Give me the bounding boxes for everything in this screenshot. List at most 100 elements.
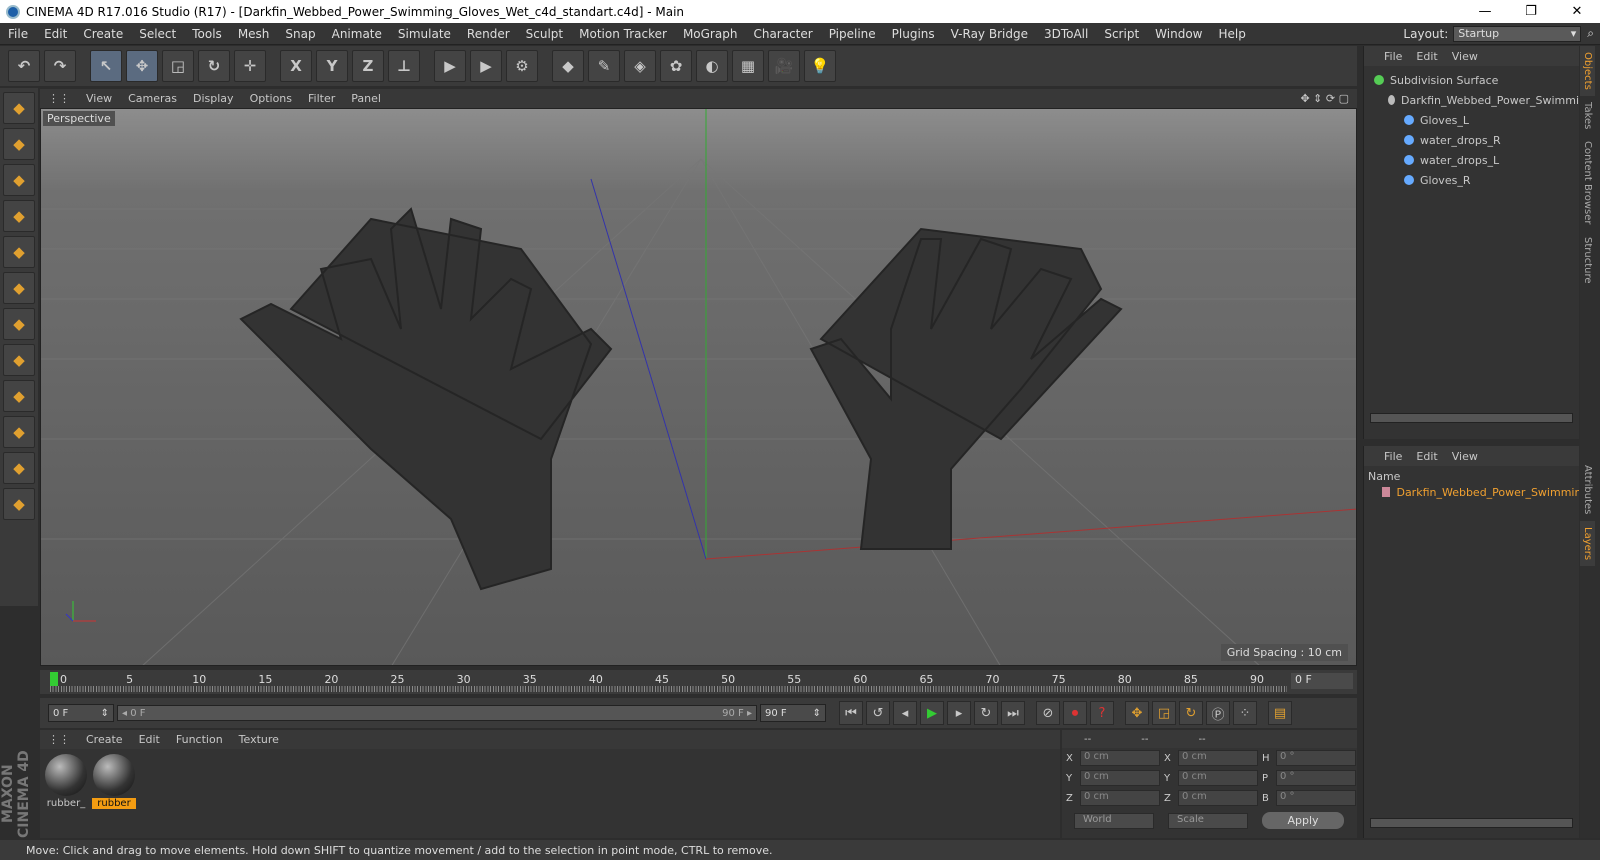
menu-file[interactable]: File xyxy=(0,27,36,41)
material-menu-create[interactable]: Create xyxy=(78,733,131,746)
material-thumbnail[interactable]: rubber_ xyxy=(44,754,88,809)
axis-icon[interactable]: ◆ xyxy=(3,308,35,340)
texture-mode-icon[interactable]: ◆ xyxy=(3,128,35,160)
menu-mesh[interactable]: Mesh xyxy=(230,27,278,41)
grid-lock-icon[interactable]: ◆ xyxy=(3,452,35,484)
menu-motion-tracker[interactable]: Motion Tracker xyxy=(571,27,675,41)
menu-animate[interactable]: Animate xyxy=(324,27,390,41)
mouse-icon[interactable]: ◆ xyxy=(3,344,35,376)
subdivision-icon[interactable]: ◈ xyxy=(624,50,656,82)
menu-character[interactable]: Character xyxy=(745,27,820,41)
viewport-menu-display[interactable]: Display xyxy=(185,92,242,105)
viewport-menu-options[interactable]: Options xyxy=(242,92,300,105)
x-axis-icon[interactable]: X xyxy=(280,50,312,82)
horizontal-scrollbar[interactable] xyxy=(1370,818,1573,828)
object-tree-item[interactable]: Subdivision Surface xyxy=(1364,70,1579,90)
prev-key-icon[interactable]: ↺ xyxy=(866,701,890,725)
edges-icon[interactable]: ◆ xyxy=(3,236,35,268)
viewport-menu-view[interactable]: View xyxy=(78,92,120,105)
key-rotation-icon[interactable]: ↻ xyxy=(1179,701,1203,725)
menu-pipeline[interactable]: Pipeline xyxy=(821,27,884,41)
menu-tools[interactable]: Tools xyxy=(184,27,230,41)
key-param-icon[interactable]: Ⓟ xyxy=(1206,701,1230,725)
points-icon[interactable]: ◆ xyxy=(3,200,35,232)
object-tree-item[interactable]: water_drops_L xyxy=(1364,150,1579,170)
menu-window[interactable]: Window xyxy=(1147,27,1210,41)
coord-field[interactable]: 0 cm xyxy=(1080,770,1160,786)
side-tab-takes[interactable]: Takes xyxy=(1580,96,1595,135)
scale-dropdown[interactable]: Scale xyxy=(1168,812,1248,829)
layout-dropdown[interactable]: Startup ▾ xyxy=(1453,25,1582,42)
select-icon[interactable]: ↖ xyxy=(90,50,122,82)
menu-help[interactable]: Help xyxy=(1210,27,1253,41)
side-tab-objects[interactable]: Objects xyxy=(1580,46,1595,96)
menu-render[interactable]: Render xyxy=(459,27,518,41)
cube-icon[interactable]: ◆ xyxy=(552,50,584,82)
layer-color-swatch[interactable] xyxy=(1382,487,1391,497)
record-icon[interactable]: ⏺ xyxy=(1063,701,1087,725)
key-pla-icon[interactable]: ⁘ xyxy=(1233,701,1257,725)
side-tab-content-browser[interactable]: Content Browser xyxy=(1580,135,1595,230)
menu-select[interactable]: Select xyxy=(131,27,184,41)
material-menu-texture[interactable]: Texture xyxy=(231,733,287,746)
layer-menu-file[interactable]: File xyxy=(1384,450,1402,463)
menu-v-ray-bridge[interactable]: V-Ray Bridge xyxy=(943,27,1036,41)
material-preview[interactable] xyxy=(45,754,87,796)
go-to-end-icon[interactable]: ⏭ xyxy=(1001,701,1025,725)
z-axis-icon[interactable]: Z xyxy=(352,50,384,82)
timeline-current-frame[interactable]: 0 F xyxy=(1291,673,1353,689)
coord-system-icon[interactable]: ⊥ xyxy=(388,50,420,82)
timeline[interactable]: 0 F 0 5 10 15 20 25 30 35 40 45 50 55 60 65 70 75 80 85 90 xyxy=(40,670,1357,694)
layer-item[interactable]: Darkfin_Webbed_Power_Swimmir xyxy=(1364,483,1579,501)
timeline-icon[interactable]: ▤ xyxy=(1268,701,1292,725)
prev-frame-icon[interactable]: ◂ xyxy=(893,701,917,725)
menu-create[interactable]: Create xyxy=(75,27,131,41)
start-frame-field[interactable]: 0 F ⇕ xyxy=(48,704,114,722)
move-icon[interactable]: ✥ xyxy=(126,50,158,82)
go-to-start-icon[interactable]: ⏮ xyxy=(839,701,863,725)
coord-field[interactable]: 0 cm xyxy=(1178,770,1258,786)
material-label[interactable]: rubber xyxy=(92,798,136,809)
material-thumbnail[interactable]: rubber xyxy=(92,754,136,809)
perspective-viewport[interactable]: Perspective Grid Spacing : 10 cm xyxy=(40,108,1357,666)
end-frame-field[interactable]: 90 F ⇕ xyxy=(760,704,826,722)
menu-plugins[interactable]: Plugins xyxy=(884,27,943,41)
render-view-icon[interactable]: ▶ xyxy=(434,50,466,82)
scale-icon[interactable]: ◲ xyxy=(162,50,194,82)
play-icon[interactable]: ▶ xyxy=(920,701,944,725)
key-scale-icon[interactable]: ◲ xyxy=(1152,701,1176,725)
undo-icon[interactable]: ↶ xyxy=(8,50,40,82)
horizontal-scrollbar[interactable] xyxy=(1370,413,1573,423)
material-menu-function[interactable]: Function xyxy=(168,733,231,746)
coord-field[interactable]: 0 cm xyxy=(1178,750,1258,766)
grid-paint-icon[interactable]: ◆ xyxy=(3,488,35,520)
viewport-menu-panel[interactable]: Panel xyxy=(343,92,389,105)
side-tab-structure[interactable]: Structure xyxy=(1580,231,1595,290)
model-mode-icon[interactable]: ◆ xyxy=(3,92,35,124)
mograph-icon[interactable]: ✿ xyxy=(660,50,692,82)
layer-menu-edit[interactable]: Edit xyxy=(1416,450,1437,463)
pen-icon[interactable]: ✎ xyxy=(588,50,620,82)
object-menu-view[interactable]: View xyxy=(1452,50,1478,63)
menu-simulate[interactable]: Simulate xyxy=(390,27,459,41)
rotate-icon[interactable]: ↻ xyxy=(198,50,230,82)
coord-field[interactable]: 0 ° xyxy=(1276,770,1356,786)
close-button[interactable]: ✕ xyxy=(1554,4,1600,19)
search-icon[interactable]: ⌕ xyxy=(1587,26,1594,41)
minimize-button[interactable]: — xyxy=(1462,4,1508,19)
object-tree-item[interactable]: water_drops_R xyxy=(1364,130,1579,150)
floor-icon[interactable]: ▦ xyxy=(732,50,764,82)
coord-field[interactable]: 0 ° xyxy=(1276,790,1356,806)
transform-icon[interactable]: ✛ xyxy=(234,50,266,82)
menu-sculpt[interactable]: Sculpt xyxy=(518,27,571,41)
menu-mograph[interactable]: MoGraph xyxy=(675,27,746,41)
object-menu-edit[interactable]: Edit xyxy=(1416,50,1437,63)
timeline-playhead[interactable] xyxy=(50,672,58,686)
next-frame-icon[interactable]: ▸ xyxy=(947,701,971,725)
key-position-icon[interactable]: ✥ xyxy=(1125,701,1149,725)
frame-range-slider[interactable]: ◂ 0 F 90 F ▸ xyxy=(117,705,757,721)
redo-icon[interactable]: ↷ xyxy=(44,50,76,82)
menu-script[interactable]: Script xyxy=(1096,27,1147,41)
coord-field[interactable]: 0 cm xyxy=(1080,790,1160,806)
layer-menu-view[interactable]: View xyxy=(1452,450,1478,463)
